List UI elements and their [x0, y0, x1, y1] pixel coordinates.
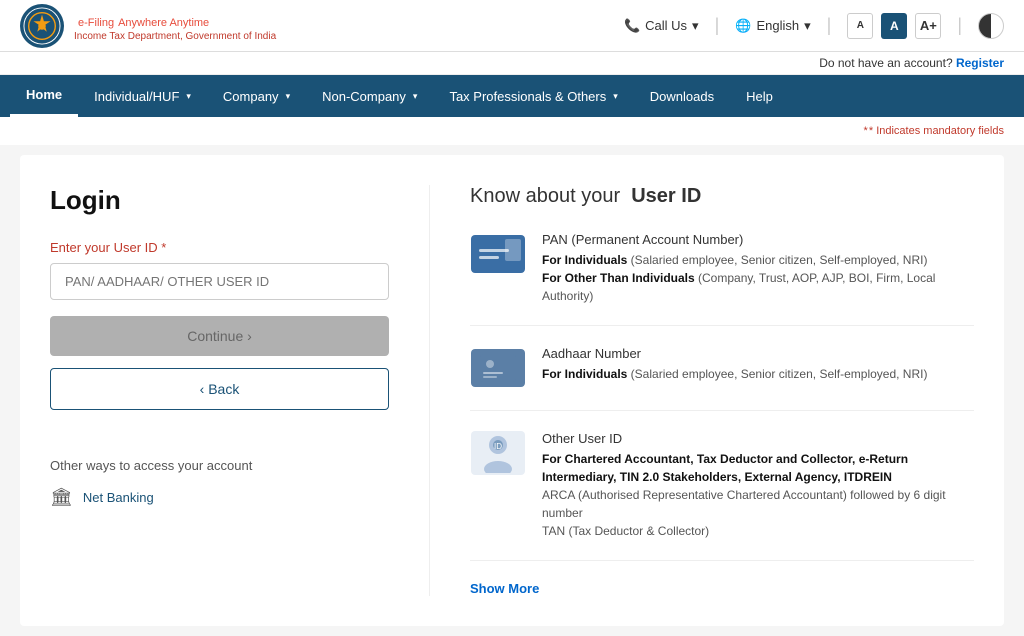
bank-icon: 🏛	[50, 487, 73, 508]
nav-downloads[interactable]: Downloads	[634, 75, 730, 117]
net-banking-label: Net Banking	[83, 490, 154, 505]
pan-icon	[470, 232, 526, 276]
mandatory-note: * * Indicates mandatory fields	[0, 117, 1024, 145]
logo-subtitle: Income Tax Department, Government of Ind…	[74, 31, 276, 42]
other-ways-section: Other ways to access your account 🏛 Net …	[50, 458, 389, 508]
top-right-controls: 📞 Call Us ▾ | 🌐 English ▾ | A A A+ |	[624, 13, 1004, 39]
nav-individual-arrow: ▾	[186, 91, 191, 102]
pan-info-text: PAN (Permanent Account Number) For Indiv…	[542, 232, 974, 305]
globe-icon: 🌐	[735, 18, 751, 34]
info-panel-title: Know about your User ID	[470, 185, 974, 208]
efiling-brand: e-FilingAnywhere Anytime	[74, 10, 276, 31]
user-id-input[interactable]	[50, 263, 389, 300]
separator-1: |	[715, 15, 720, 36]
back-button[interactable]: ‹ Back	[50, 368, 389, 410]
nav-help[interactable]: Help	[730, 75, 789, 117]
info-panel: Know about your User ID PAN (Permanent A…	[430, 185, 974, 596]
separator-2: |	[827, 15, 832, 36]
other-userid-icon: ID	[470, 431, 526, 475]
nav-non-company[interactable]: Non-Company ▾	[306, 75, 433, 117]
font-large-button[interactable]: A+	[915, 13, 941, 39]
register-link[interactable]: Register	[956, 56, 1004, 70]
top-bar: e-FilingAnywhere Anytime Income Tax Depa…	[0, 0, 1024, 52]
nav-individual-huf[interactable]: Individual/HUF ▾	[78, 75, 207, 117]
aadhaar-info-item: Aadhaar Number For Individuals (Salaried…	[470, 346, 974, 411]
aadhaar-info-text: Aadhaar Number For Individuals (Salaried…	[542, 346, 927, 390]
nav-non-company-arrow: ▾	[413, 91, 418, 102]
logo-area: e-FilingAnywhere Anytime Income Tax Depa…	[20, 4, 276, 48]
font-medium-button[interactable]: A	[881, 13, 907, 39]
nav-bar: Home Individual/HUF ▾ Company ▾ Non-Comp…	[0, 75, 1024, 117]
phone-icon: 📞	[624, 18, 640, 34]
separator-3: |	[957, 15, 962, 36]
required-asterisk: *	[161, 240, 166, 255]
lang-chevron-icon: ▾	[804, 18, 811, 34]
nav-home[interactable]: Home	[10, 75, 78, 117]
call-us-button[interactable]: 📞 Call Us ▾	[624, 18, 699, 34]
net-banking-option[interactable]: 🏛 Net Banking	[50, 487, 389, 508]
nav-company-arrow: ▾	[286, 91, 291, 102]
nav-company[interactable]: Company ▾	[207, 75, 306, 117]
other-userid-info-item: ID Other User ID For Chartered Accountan…	[470, 431, 974, 561]
logo-emblem	[20, 4, 64, 48]
svg-text:ID: ID	[494, 442, 502, 451]
other-ways-title: Other ways to access your account	[50, 458, 389, 473]
login-panel: Login Enter your User ID * Continue › ‹ …	[50, 185, 430, 596]
logo-text: e-FilingAnywhere Anytime Income Tax Depa…	[74, 10, 276, 42]
main-content: Login Enter your User ID * Continue › ‹ …	[20, 155, 1004, 626]
nav-tax-professionals-arrow: ▾	[613, 91, 618, 102]
aadhaar-icon	[470, 346, 526, 390]
other-userid-info-text: Other User ID For Chartered Accountant, …	[542, 431, 974, 540]
nav-tax-professionals[interactable]: Tax Professionals & Others ▾	[433, 75, 633, 117]
register-bar: Do not have an account? Register	[0, 52, 1024, 75]
font-small-button[interactable]: A	[847, 13, 873, 39]
show-more-link[interactable]: Show More	[470, 581, 974, 596]
font-controls: A A A+	[847, 13, 941, 39]
login-title: Login	[50, 185, 389, 216]
continue-button[interactable]: Continue ›	[50, 316, 389, 356]
user-id-label: Enter your User ID *	[50, 240, 389, 255]
pan-info-item: PAN (Permanent Account Number) For Indiv…	[470, 232, 974, 326]
call-chevron-icon: ▾	[692, 18, 699, 34]
contrast-toggle[interactable]	[978, 13, 1004, 39]
language-button[interactable]: 🌐 English ▾	[735, 18, 810, 34]
